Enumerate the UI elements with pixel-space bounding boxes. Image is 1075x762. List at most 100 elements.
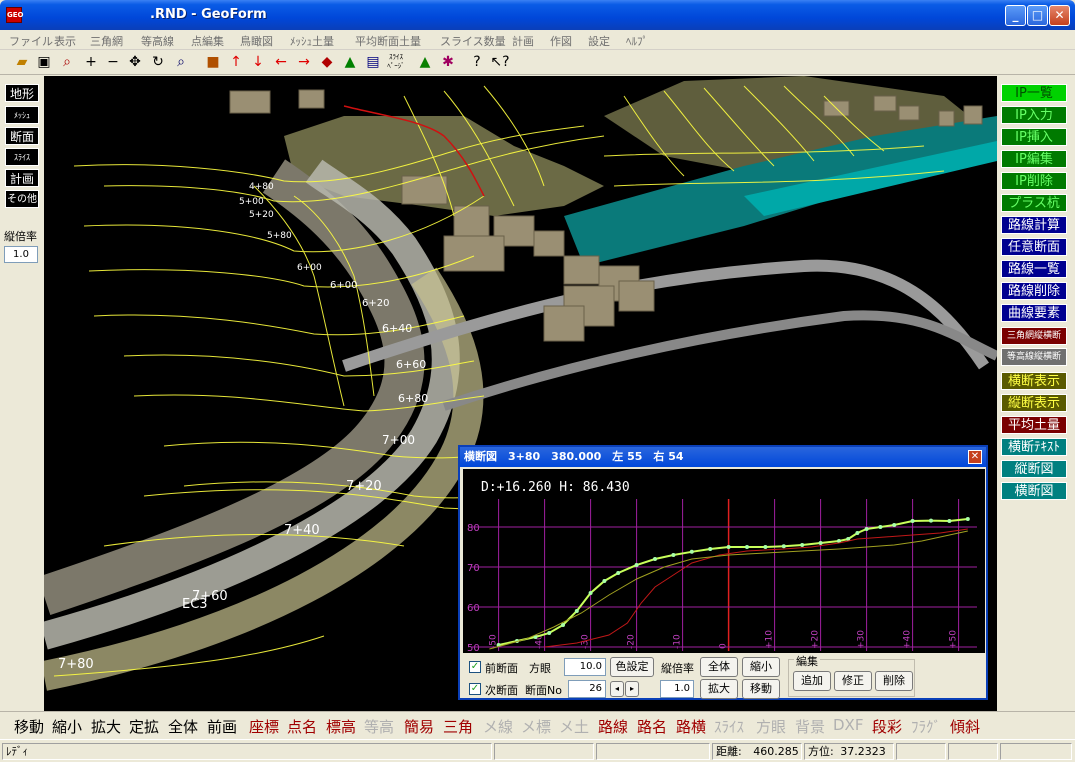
terrain-button[interactable]: 地形: [5, 84, 39, 102]
settings-icon[interactable]: ✱: [438, 53, 458, 72]
vratio-input[interactable]: 1.0: [660, 680, 694, 698]
menu-plan[interactable]: 計画: [512, 33, 534, 49]
menu-view[interactable]: 表示: [54, 33, 76, 49]
menu-mesh-volume[interactable]: ﾒｯｼｭ土量: [290, 33, 334, 49]
cmd-contour[interactable]: 等高: [364, 716, 394, 737]
cmd-fixed-zoom[interactable]: 定拡: [129, 716, 159, 737]
cmd-mesh-volume[interactable]: メ土: [559, 716, 589, 737]
cmd-elevation[interactable]: 標高: [326, 716, 356, 737]
cmd-simple[interactable]: 簡易: [404, 716, 434, 737]
arbitrary-section-button[interactable]: 任意断面: [1001, 238, 1067, 256]
arrow-up-icon[interactable]: ↑: [226, 53, 246, 72]
arrow-right-icon[interactable]: →: [294, 53, 314, 72]
cmd-dxf[interactable]: DXF: [833, 716, 863, 734]
modify-button[interactable]: 修正: [834, 671, 872, 691]
save-icon[interactable]: ▣: [34, 53, 54, 72]
close-button[interactable]: ✕: [1049, 5, 1070, 26]
delete-button[interactable]: 削除: [875, 671, 913, 691]
ip-list-button[interactable]: IP一覧: [1001, 84, 1067, 102]
cmd-route-cross[interactable]: 路横: [676, 716, 706, 737]
menu-birdseye[interactable]: 鳥瞰図: [240, 33, 273, 49]
box-red-icon[interactable]: ◆: [317, 53, 337, 72]
longitudinal-drawing-button[interactable]: 縦断図: [1001, 460, 1067, 478]
zoom-in-icon[interactable]: +: [81, 53, 101, 72]
cmd-flag[interactable]: ﾌﾗｸﾞ: [911, 716, 941, 737]
ip-input-button[interactable]: IP入力: [1001, 106, 1067, 124]
move-button[interactable]: 移動: [742, 679, 780, 699]
menu-drawing[interactable]: 作図: [550, 33, 572, 49]
context-help-icon[interactable]: ↖?: [490, 53, 510, 72]
menu-settings[interactable]: 設定: [588, 33, 610, 49]
section-no-input[interactable]: 26: [568, 680, 606, 698]
prev-section-checkbox[interactable]: ✓: [469, 661, 481, 673]
dialog-close-icon[interactable]: ✕: [968, 450, 982, 464]
all-button[interactable]: 全体: [700, 657, 738, 677]
slice-icon[interactable]: ｽﾗｲｽ ﾍﾟｰｼﾞ: [386, 53, 406, 72]
cmd-grid[interactable]: 方眼: [756, 716, 786, 737]
cross-section-display-button[interactable]: 横断表示: [1001, 372, 1067, 390]
add-button[interactable]: 追加: [793, 671, 831, 691]
contour-profile-button[interactable]: 等高線縦横断: [1001, 348, 1067, 366]
terrain-icon[interactable]: ▲: [340, 53, 360, 72]
cmd-route-name[interactable]: 路名: [637, 716, 667, 737]
cmd-slice[interactable]: ｽﾗｲｽ: [714, 716, 744, 737]
cmd-color-band[interactable]: 段彩: [872, 716, 902, 737]
cmd-route[interactable]: 路線: [598, 716, 628, 737]
ip-insert-button[interactable]: IP挿入: [1001, 128, 1067, 146]
cross-section-text-button[interactable]: 横断ﾃｷｽﾄ: [1001, 438, 1067, 456]
slice-button[interactable]: ｽﾗｲｽ: [5, 148, 39, 166]
color-settings-button[interactable]: 色設定: [610, 657, 654, 677]
mesh-button[interactable]: ﾒｯｼｭ: [5, 106, 39, 124]
plan-button[interactable]: 計画: [5, 169, 39, 187]
average-volume-button[interactable]: 平均土量: [1001, 416, 1067, 434]
other-button[interactable]: その他: [5, 190, 39, 208]
cmd-background[interactable]: 背景: [795, 716, 825, 737]
cmd-move[interactable]: 移動: [14, 716, 44, 737]
shrink-button[interactable]: 縮小: [742, 657, 780, 677]
ip-delete-button[interactable]: IP削除: [1001, 172, 1067, 190]
section-next-arrow[interactable]: ▸: [625, 681, 639, 697]
menu-point-edit[interactable]: 点編集: [191, 33, 224, 49]
next-section-checkbox[interactable]: ✓: [469, 683, 481, 695]
minimize-button[interactable]: _: [1005, 5, 1026, 26]
zoom-window-icon[interactable]: ⌕: [171, 53, 191, 72]
route-list-button[interactable]: 路線一覧: [1001, 260, 1067, 278]
menu-triangle-net[interactable]: 三角網: [90, 33, 123, 49]
rotate-icon[interactable]: ↻: [148, 53, 168, 72]
open-folder-icon[interactable]: ▰: [12, 53, 32, 72]
section-button[interactable]: 断面: [5, 127, 39, 145]
cmd-coordinates[interactable]: 座標: [249, 716, 279, 737]
cmd-mesh-line[interactable]: メ線: [483, 716, 513, 737]
cmd-slope[interactable]: 傾斜: [950, 716, 980, 737]
cmd-point-name[interactable]: 点名: [287, 716, 317, 737]
cmd-prev-screen[interactable]: 前画: [207, 716, 237, 737]
longitudinal-display-button[interactable]: 縦断表示: [1001, 394, 1067, 412]
menu-slice-quantity[interactable]: スライス数量: [440, 33, 506, 49]
ip-edit-button[interactable]: IP編集: [1001, 150, 1067, 168]
cross-section-plot[interactable]: +50 +40 +30 +20 +10 0 -10 -20 -30 -40 -50 80 70 60 50 …: [463, 469, 985, 653]
zoom-icon[interactable]: ⌕: [57, 53, 77, 72]
menu-file[interactable]: ファイル: [9, 33, 53, 49]
curve-element-button[interactable]: 曲線要素: [1001, 304, 1067, 322]
route-delete-button[interactable]: 路線削除: [1001, 282, 1067, 300]
zoom-out-icon[interactable]: −: [103, 53, 123, 72]
section-prev-arrow[interactable]: ◂: [610, 681, 624, 697]
route-calc-button[interactable]: 路線計算: [1001, 216, 1067, 234]
menu-avg-section[interactable]: 平均断面土量: [355, 33, 421, 49]
cmd-mesh-label[interactable]: メ標: [521, 716, 551, 737]
landscape-icon[interactable]: ▲: [415, 53, 435, 72]
maximize-button[interactable]: □: [1027, 5, 1048, 26]
pan-icon[interactable]: ✥: [125, 53, 145, 72]
cmd-triangle[interactable]: 三角: [443, 716, 473, 737]
vertical-ratio-input[interactable]: 1.0: [4, 246, 38, 263]
cross-section-dialog[interactable]: 横断図 3+80 380.000 左 55 右 54 ✕ +50 +40 +30 +2…: [458, 445, 988, 700]
grid-input[interactable]: 10.0: [564, 658, 606, 676]
enlarge-button[interactable]: 拡大: [700, 679, 738, 699]
cmd-shrink[interactable]: 縮小: [52, 716, 82, 737]
tin-profile-button[interactable]: 三角網縦横断: [1001, 327, 1067, 345]
cross-section-drawing-button[interactable]: 横断図: [1001, 482, 1067, 500]
plus-stake-button[interactable]: プラス杭: [1001, 194, 1067, 212]
cmd-all[interactable]: 全体: [168, 716, 198, 737]
arrow-down-icon[interactable]: ↓: [248, 53, 268, 72]
help-icon[interactable]: ?: [467, 53, 487, 72]
